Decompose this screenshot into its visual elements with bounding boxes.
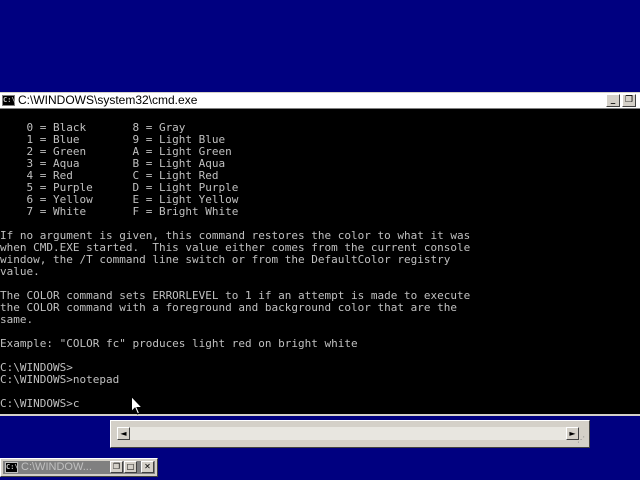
window-titlebar[interactable]: C:\ C:\WINDOWS\system32\cmd.exe _ ❐: [0, 92, 640, 109]
restore-button[interactable]: ❐: [622, 94, 636, 107]
minimized-window-title: C:\WINDOW...: [21, 461, 92, 473]
minimized-window-titlebar[interactable]: C:\ C:\WINDOW... ❐ □ ✕: [3, 461, 155, 474]
horizontal-scrollbar[interactable]: ◄ ► ⋰: [110, 420, 590, 448]
window-bottom-border: [0, 414, 640, 416]
window-title: C:\WINDOWS\system32\cmd.exe: [18, 93, 198, 107]
minimized-window[interactable]: C:\ C:\WINDOW... ❐ □ ✕: [0, 458, 158, 477]
maximize-button[interactable]: □: [124, 461, 137, 473]
scroll-left-button[interactable]: ◄: [117, 427, 130, 440]
console-text: 0 = Black 8 = Gray 1 = Blue 9 = Light Bl…: [0, 121, 471, 410]
resize-grip-icon[interactable]: ⋰: [577, 435, 587, 445]
console-area[interactable]: 0 = Black 8 = Gray 1 = Blue 9 = Light Bl…: [0, 109, 640, 414]
cmd-icon[interactable]: C:\: [5, 462, 19, 473]
mouse-pointer-icon: [131, 396, 143, 415]
cmd-icon[interactable]: C:\: [2, 95, 16, 106]
scrollbar-track[interactable]: [117, 427, 579, 440]
minimize-button[interactable]: _: [606, 94, 620, 107]
restore-button[interactable]: ❐: [110, 461, 123, 473]
close-button[interactable]: ✕: [141, 461, 154, 473]
